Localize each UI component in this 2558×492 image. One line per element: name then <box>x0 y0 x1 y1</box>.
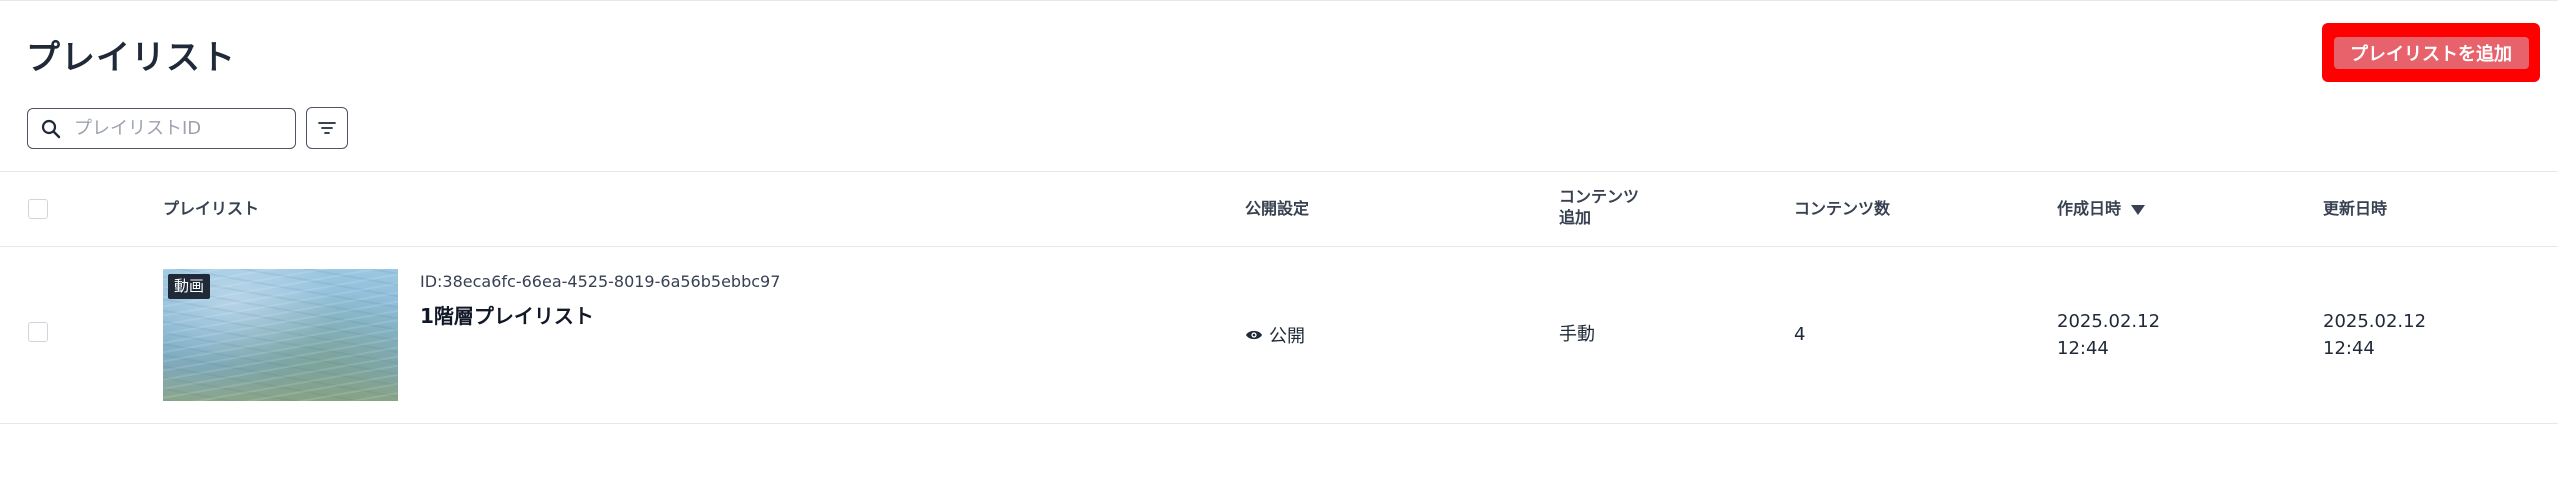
add-playlist-button-highlight[interactable]: プレイリストを追加 <box>2322 23 2540 82</box>
video-badge: 動画 <box>168 274 211 299</box>
created-datetime: 2025.02.12 12:44 <box>2057 308 2160 362</box>
header-playlist: プレイリスト <box>163 199 260 218</box>
content-add-mode: 手動 <box>1559 324 1595 345</box>
page-title: プレイリスト <box>26 38 236 78</box>
header-updated: 更新日時 <box>2323 199 2388 218</box>
header-divider <box>0 246 2558 247</box>
select-all-checkbox[interactable] <box>28 199 48 219</box>
row-divider <box>0 423 2558 424</box>
search-icon <box>40 118 62 140</box>
row-checkbox[interactable] <box>28 322 48 342</box>
visibility-label: 公開 <box>1269 326 1305 347</box>
eye-icon <box>1245 329 1263 341</box>
header-content-count: コンテンツ数 <box>1794 199 1891 218</box>
updated-time: 12:44 <box>2323 338 2375 359</box>
created-date: 2025.02.12 <box>2057 311 2161 332</box>
content-count: 4 <box>1794 324 1806 345</box>
playlist-thumbnail[interactable]: 動画 <box>163 269 398 401</box>
header-content-add-line1: コンテンツ <box>1559 187 1640 206</box>
top-divider <box>0 0 2558 1</box>
header-content-add: コンテンツ 追加 <box>1559 186 1639 228</box>
header-visibility: 公開設定 <box>1245 199 1310 218</box>
header-content-add-line2: 追加 <box>1559 208 1592 227</box>
header-created[interactable]: 作成日時 <box>2057 198 2146 220</box>
add-playlist-button[interactable]: プレイリストを追加 <box>2333 36 2529 69</box>
created-time: 12:44 <box>2057 338 2109 359</box>
playlist-id: ID:38eca6fc-66ea-4525-8019-6a56b5ebbc97 <box>420 272 781 291</box>
updated-date: 2025.02.12 <box>2323 311 2427 332</box>
playlist-id-search[interactable] <box>27 108 296 149</box>
filter-icon <box>318 121 336 135</box>
table-top-divider <box>0 171 2558 172</box>
search-input[interactable] <box>74 118 274 139</box>
updated-datetime: 2025.02.12 12:44 <box>2323 308 2426 362</box>
filter-button[interactable] <box>306 107 348 149</box>
playlist-name[interactable]: 1階層プレイリスト <box>420 300 594 329</box>
header-created-label: 作成日時 <box>2057 199 2122 218</box>
visibility-status: 公開 <box>1245 322 1305 348</box>
sort-desc-icon[interactable] <box>2131 199 2146 220</box>
